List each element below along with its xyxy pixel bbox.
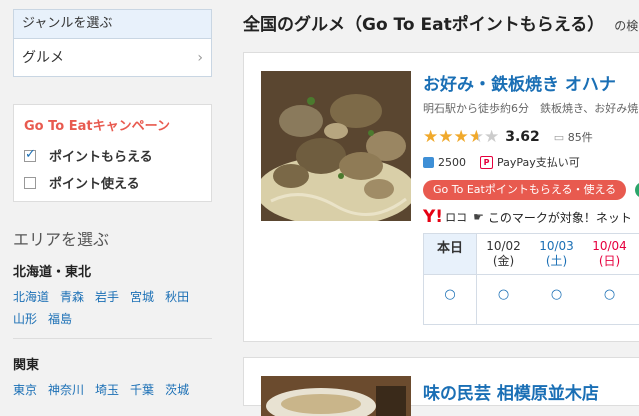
shop-name-link[interactable]: 味の民芸 相模原並木店 <box>423 379 599 404</box>
points-value: 2500 <box>438 155 466 169</box>
checkbox-label: ポイント使える <box>49 177 140 192</box>
region-kanto: 関東 東京 神奈川 埼玉 千葉 茨城 <box>13 354 213 401</box>
prefecture-link[interactable]: 秋田 <box>165 286 189 308</box>
chevron-right-icon: › <box>197 50 203 66</box>
comment-icon: ▭ <box>553 131 565 144</box>
review-count-text: 85件 <box>567 131 593 144</box>
calendar-header: 本日 10/02 (金) 10/03 (土) 10/04 (日) <box>424 234 639 275</box>
yahoo-loco-row: Y! ロコ ☛ このマークが対象！ネット <box>423 207 632 227</box>
shop-meta: 明石駅から徒歩約6分 鉄板焼き、お好み焼 <box>423 102 639 115</box>
availability-slot[interactable]: ○ <box>424 275 477 325</box>
region-name: 関東 <box>13 358 40 373</box>
calendar-date-sunday: 10/04 (日) <box>592 239 627 268</box>
checkbox-points-use[interactable] <box>24 176 36 189</box>
shop-name-link[interactable]: お好み・鉄板焼き オハナ <box>423 70 616 95</box>
review-count[interactable]: ▭ 85件 <box>554 129 593 145</box>
availability-slot[interactable]: ○ <box>583 275 636 325</box>
yahoo-loco-note: このマークが対象！ネット <box>487 210 632 225</box>
prefecture-link[interactable]: 青森 <box>60 286 84 308</box>
pointing-hand-icon: ☛ <box>473 210 484 224</box>
prefecture-link[interactable]: 東京 <box>13 379 37 401</box>
star-full-icon: ★ <box>438 127 454 147</box>
prefecture-link[interactable]: 千葉 <box>130 379 154 401</box>
campaign-filter: Go To Eatキャンペーン ポイントもらえる ポイント使える <box>13 104 212 202</box>
page-title: 全国のグルメ（Go To Eatポイントもらえる） の検 <box>243 10 638 35</box>
goto-eat-badge: Go To Eatポイントもらえる・使える <box>423 180 627 200</box>
region-name: 北海道・東北 <box>13 265 92 280</box>
prefecture-links: 北海道 青森 岩手 宮城 秋田 山形 福島 <box>13 286 213 330</box>
calendar-date: 10/02 (金) <box>486 239 521 268</box>
filter-points-earn[interactable]: ポイントもらえる <box>24 142 201 169</box>
availability-calendar: 本日 10/02 (金) 10/03 (土) 10/04 (日) ○ ○ ○ ○ <box>423 233 639 325</box>
genre-heading: ジャンルを選ぶ <box>14 10 211 39</box>
green-badge <box>635 182 639 198</box>
checkbox-label: ポイントもらえる <box>49 150 153 165</box>
campaign-title: Go To Eatキャンペーン <box>24 119 170 134</box>
filter-points-use[interactable]: ポイント使える <box>24 169 201 196</box>
food-photo-image <box>261 71 411 221</box>
prefecture-links: 東京 神奈川 埼玉 千葉 茨城 <box>13 379 213 401</box>
calendar-availability: ○ ○ ○ ○ <box>424 275 639 325</box>
page-title-text: 全国のグルメ（Go To Eatポイントもらえる） <box>243 15 605 35</box>
genre-selector: ジャンルを選ぶ グルメ › <box>13 9 212 77</box>
genre-select[interactable]: グルメ › <box>14 39 211 77</box>
rating-row: ★ ★ ★ ★ ★ 3.62 ▭ 85件 <box>423 128 593 146</box>
prefecture-link[interactable]: 北海道 <box>13 286 49 308</box>
rating-score: 3.62 <box>505 129 540 145</box>
calendar-date-today: 本日 <box>424 234 477 274</box>
shop-photo[interactable] <box>261 376 411 416</box>
star-full-icon: ★ <box>423 127 439 147</box>
availability-slot[interactable]: ○ <box>477 275 530 325</box>
result-card: お好み・鉄板焼き オハナ 明石駅から徒歩約6分 鉄板焼き、お好み焼 ★ ★ ★ … <box>243 52 639 342</box>
prefecture-link[interactable]: 宮城 <box>130 286 154 308</box>
prefecture-link[interactable]: 神奈川 <box>48 379 84 401</box>
yahoo-logo: Y! <box>423 207 444 227</box>
prefecture-link[interactable]: 岩手 <box>95 286 119 308</box>
prefecture-link[interactable]: 福島 <box>48 308 72 330</box>
star-half-icon: ★ <box>468 127 484 147</box>
prefecture-link[interactable]: 山形 <box>13 308 37 330</box>
result-card: 味の民芸 相模原並木店 <box>243 357 639 416</box>
star-full-icon: ★ <box>453 127 469 147</box>
prefecture-link[interactable]: 茨城 <box>165 379 189 401</box>
availability-slot[interactable]: ○ <box>530 275 583 325</box>
sidebar: ジャンルを選ぶ グルメ › Go To Eatキャンペーン ポイントもらえる ポ… <box>0 0 225 406</box>
points-icon <box>423 156 434 168</box>
region-hokkaido-tohoku: 北海道・東北 北海道 青森 岩手 宮城 秋田 山形 福島 <box>13 261 213 330</box>
calendar-date-saturday: 10/03 (土) <box>539 239 574 268</box>
paypay-label: PayPay支払い可 <box>497 156 580 169</box>
divider <box>13 338 212 339</box>
star-empty-icon: ★ <box>484 127 500 147</box>
paypay-icon: P <box>480 155 493 169</box>
prefecture-link[interactable]: 埼玉 <box>95 379 119 401</box>
loco-logo: ロコ <box>445 211 468 224</box>
genre-selected-value: グルメ <box>22 50 64 66</box>
pay-row: 2500 P PayPay支払い可 <box>423 154 580 170</box>
checkbox-points-earn[interactable] <box>24 147 36 162</box>
food-photo-image <box>261 376 411 416</box>
shop-photo[interactable] <box>261 71 411 221</box>
page-title-suffix: の検 <box>614 19 639 33</box>
area-title: エリアを選ぶ <box>13 230 110 249</box>
